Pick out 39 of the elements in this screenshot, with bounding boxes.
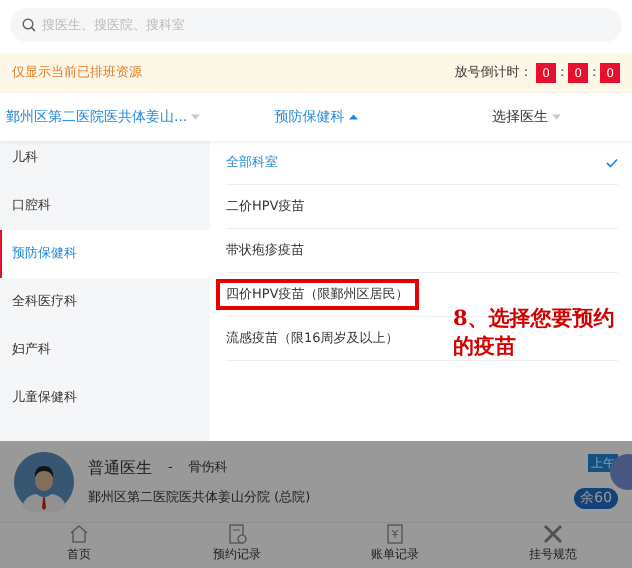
filter-tab[interactable]: 选择医生 (421, 106, 632, 128)
department-name: 骨伤科 (188, 459, 228, 477)
countdown-label: 放号倒计时： (454, 64, 532, 82)
search-field[interactable]: 搜医生、搜医院、搜科室 (10, 8, 622, 42)
remaining-count: 余60 (574, 488, 618, 509)
nav-tab[interactable]: 首页 (0, 523, 158, 568)
filter-tab[interactable]: 预防保健科 (210, 106, 422, 128)
department-item[interactable]: 妇产科 (0, 326, 210, 374)
vaccine-item[interactable]: 四价HPV疫苗（限鄞州区居民） (226, 286, 409, 302)
countdown-digit: 0 (600, 63, 620, 83)
filter-tab[interactable]: 鄞州区第二医院医共体姜山... (0, 106, 211, 128)
doctor-name: 普通医生 (88, 456, 152, 479)
countdown-digit: 0 (568, 63, 588, 83)
countdown-separator: : (560, 64, 564, 82)
caret-icon (348, 114, 358, 120)
hospital-name: 鄞州区第二医院医共体姜山分院 (总院) (88, 488, 312, 507)
vaccine-item[interactable]: 带状疱疹疫苗 (226, 240, 304, 260)
doctor-avatar-icon (14, 452, 74, 512)
vaccine-item[interactable]: 二价HPV疫苗 (226, 196, 305, 216)
annotation-text: 8、选择您要预约的疫苗 (453, 304, 615, 360)
vaccine-item[interactable]: 流感疫苗（限16周岁及以上） (226, 328, 399, 348)
countdown-digit: 0 (536, 63, 556, 83)
department-item[interactable]: 全科医疗科 (0, 278, 210, 326)
nav-tab[interactable]: 挂号规范 (474, 523, 632, 568)
notice-text: 仅显示当前已排班资源 (12, 64, 142, 82)
department-item[interactable]: 预防保健科 (0, 230, 210, 278)
department-item[interactable]: 儿科 (0, 141, 210, 182)
department-item[interactable]: 儿童保健科 (0, 374, 210, 422)
caret-icon (191, 114, 200, 120)
nav-tab[interactable]: 账单记录 (316, 523, 474, 568)
separator-text: - (168, 459, 173, 477)
vaccine-item[interactable]: 全部科室 (226, 152, 278, 172)
countdown-separator: : (592, 64, 596, 82)
rules-icon (542, 523, 564, 545)
home-icon (68, 523, 90, 545)
check-icon (606, 158, 618, 168)
nav-tab[interactable]: 预约记录 (158, 523, 316, 568)
department-item[interactable]: 口腔科 (0, 182, 210, 230)
caret-icon (552, 114, 562, 120)
